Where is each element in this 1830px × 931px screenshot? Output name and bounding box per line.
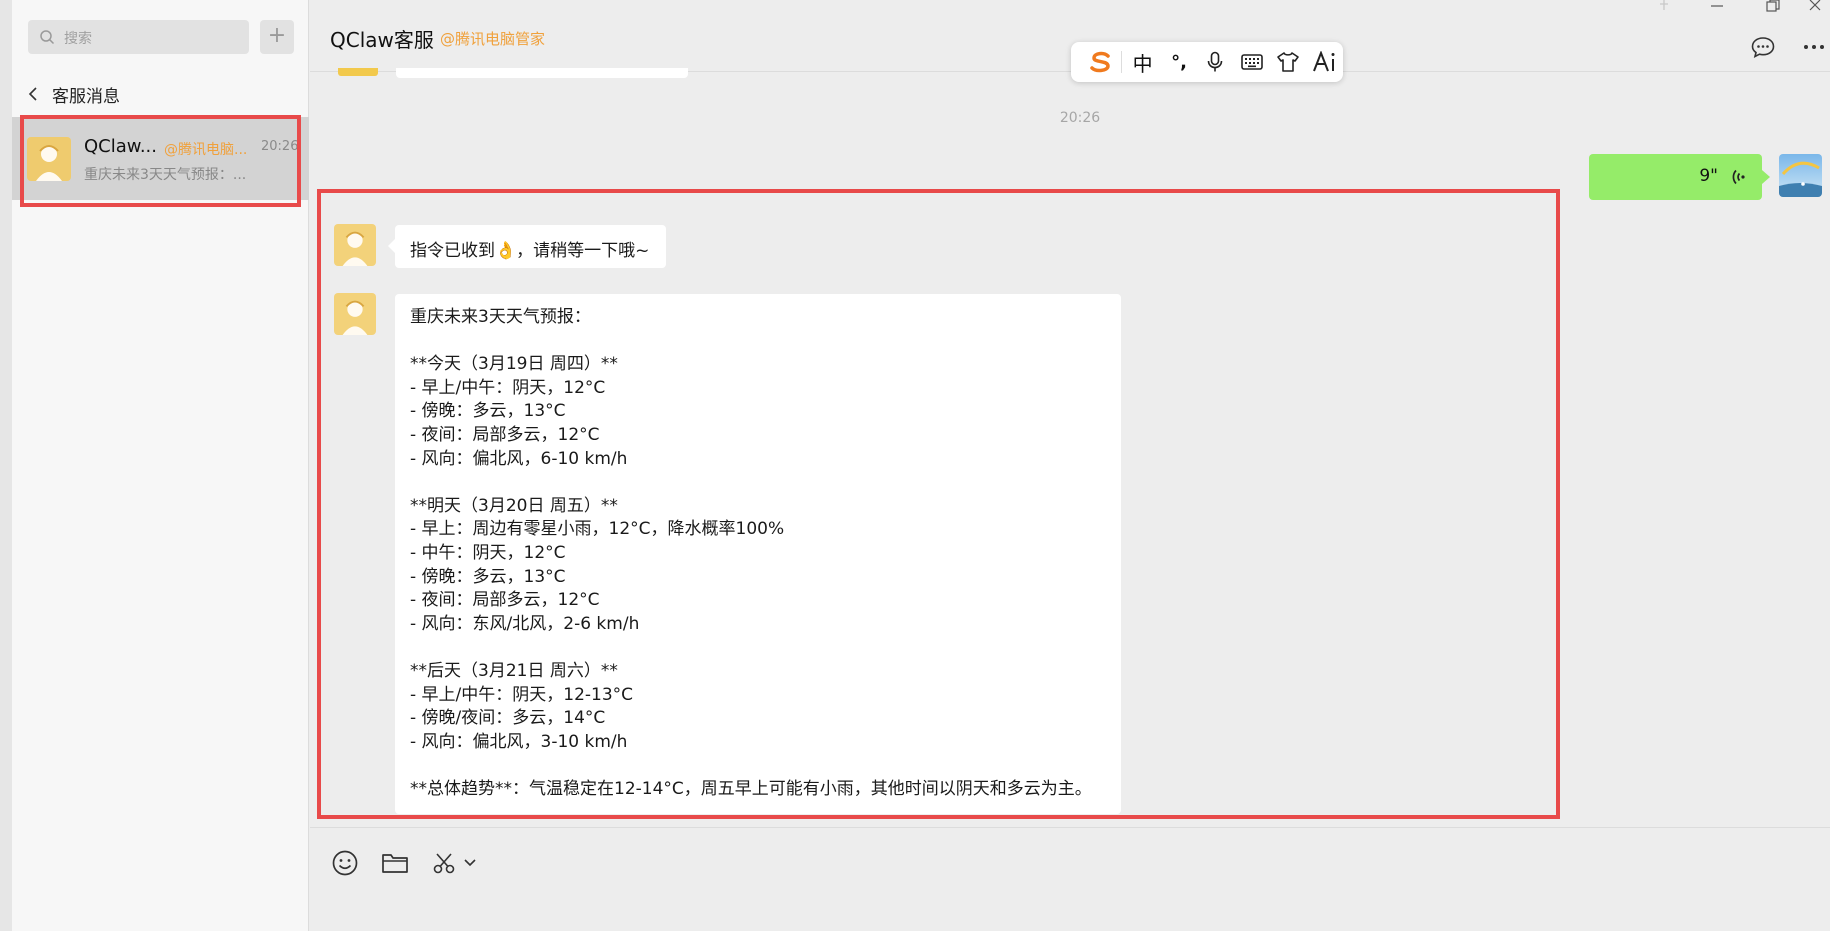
bot-avatar[interactable] (334, 293, 376, 335)
conversation-tag: @腾讯电脑... (164, 142, 248, 158)
scissors-icon[interactable] (430, 848, 460, 878)
forecast-line: - 傍晚：多云，13°C (410, 566, 566, 587)
chat-header: QClaw客服 @腾讯电脑管家 (310, 0, 1830, 72)
message-input-area[interactable] (310, 827, 1830, 931)
avatar-icon (27, 137, 71, 181)
forecast-line: **明天（3月20日 周五）** (410, 495, 618, 516)
add-button[interactable]: + (260, 20, 294, 54)
restore-icon[interactable] (1760, 0, 1784, 14)
skin-shirt-icon[interactable] (1270, 47, 1306, 77)
bot-message-forecast[interactable]: 重庆未来3天天气预报： **今天（3月19日 周四）** - 早上/中午：阴天，… (395, 294, 1121, 814)
ime-toolbar: 中 °, (1071, 42, 1343, 82)
back-to-service-messages[interactable]: 客服消息 (26, 82, 120, 107)
forecast-line: - 风向：偏北风，3-10 km/h (410, 731, 628, 752)
forecast-line: - 夜间：局部多云，12°C (410, 424, 600, 445)
voice-message-bubble[interactable]: 9" (1589, 154, 1770, 200)
previous-message-avatar (338, 68, 378, 76)
bot-avatar[interactable] (334, 224, 376, 266)
forecast-line: - 早上/中午：阴天，12-13°C (410, 684, 634, 705)
back-label: 客服消息 (52, 86, 120, 107)
ai-icon[interactable] (1307, 47, 1343, 77)
more-icon[interactable] (1801, 34, 1827, 60)
forecast-line: - 早上/中午：阴天，12°C (410, 377, 606, 398)
conversation-name: QClaw... (84, 136, 158, 157)
conversation-time: 20:26 (261, 139, 299, 154)
chevron-down-icon[interactable] (462, 848, 478, 878)
ime-separator (1121, 51, 1123, 73)
voice-duration: 9" (1699, 166, 1718, 186)
minimize-icon[interactable] (1705, 0, 1729, 14)
forecast-line: - 风向：东风/北风，2-6 km/h (410, 613, 640, 634)
avatar (27, 137, 71, 181)
forecast-line: **总体趋势**：气温稳定在12-14°C，周五早上可能有小雨，其他时间以阴天和… (410, 778, 1092, 799)
keyboard-icon[interactable] (1234, 47, 1270, 77)
forecast-line: **后天（3月21日 周六）** (410, 660, 618, 681)
avatar-icon (334, 224, 376, 266)
emoji-icon[interactable] (330, 848, 360, 878)
forecast-line: **今天（3月19日 周四）** (410, 354, 618, 375)
ime-punctuation-mode[interactable]: °, (1161, 47, 1197, 77)
conversation-sidebar: 搜索 + 客服消息 QClaw... @腾讯电脑... 20:26 重庆未来3天… (0, 0, 309, 931)
conversation-preview: 重庆未来3天天气预报：... (84, 167, 247, 183)
voice-wave-icon (1732, 169, 1745, 185)
chat-bubble-icon[interactable] (1750, 34, 1776, 60)
forecast-line (410, 754, 1106, 778)
folder-icon[interactable] (380, 848, 410, 878)
avatar-icon (1779, 154, 1822, 197)
chat-title: QClaw客服 (330, 28, 434, 52)
time-separator: 20:26 (1059, 110, 1101, 126)
forecast-line (410, 471, 1106, 495)
forecast-line: - 中午：阴天，12°C (410, 542, 566, 563)
forecast-line (410, 636, 1106, 660)
forecast-line: - 傍晚：多云，13°C (410, 401, 566, 422)
microphone-icon[interactable] (1197, 47, 1233, 77)
pin-icon[interactable] (1652, 0, 1676, 14)
forecast-line: - 早上：周边有零星小雨，12°C，降水概率100% (410, 519, 785, 540)
sogou-logo-icon[interactable] (1083, 47, 1119, 77)
forecast-line: - 风向：偏北风，6-10 km/h (410, 448, 628, 469)
forecast-line: - 夜间：局部多云，12°C (410, 590, 600, 611)
search-icon (40, 30, 55, 45)
conversation-item-qclaw[interactable]: QClaw... @腾讯电脑... 20:26 重庆未来3天天气预报：... (12, 117, 309, 200)
ime-chinese-mode[interactable]: 中 (1124, 47, 1160, 77)
close-icon[interactable] (1804, 0, 1828, 14)
forecast-line (410, 330, 1106, 354)
previous-message-bubble (396, 68, 688, 78)
forecast-line: - 傍晚/夜间：多云，14°C (410, 708, 606, 729)
sidebar-strip (0, 0, 12, 931)
bot-message-ack[interactable]: 指令已收到👌，请稍等一下哦~ (388, 225, 666, 268)
avatar-icon (334, 293, 376, 335)
chevron-left-icon (28, 87, 37, 101)
search-input[interactable]: 搜索 (28, 20, 249, 54)
search-placeholder: 搜索 (64, 31, 92, 47)
my-avatar[interactable] (1779, 154, 1822, 197)
chat-title-tag: @腾讯电脑管家 (440, 30, 546, 48)
forecast-line: 重庆未来3天天气预报： (410, 307, 591, 327)
